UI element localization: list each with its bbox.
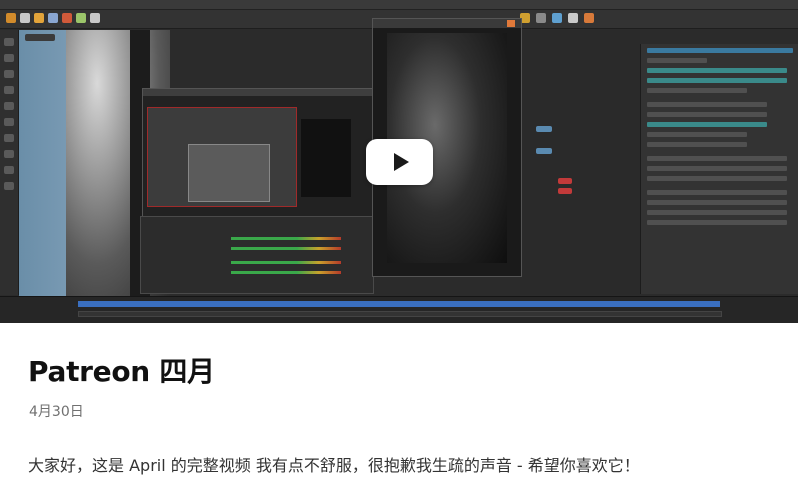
recording-mixer-window xyxy=(140,216,374,294)
play-icon xyxy=(394,153,409,171)
post-body: 大家好，这是 April 的完整视频 我有点不舒服，很抱歉我生疏的声音 - 希望… xyxy=(28,456,640,475)
post-title: Patreon 四月 xyxy=(28,355,215,388)
video-player[interactable] xyxy=(0,0,798,323)
post-date: 4月30日 xyxy=(29,404,84,420)
software-timeline xyxy=(0,296,798,323)
software-left-toolbar xyxy=(0,30,19,295)
nested-screenshot-window xyxy=(142,88,386,218)
software-menubar xyxy=(0,0,798,15)
node-graph-panel xyxy=(520,30,640,295)
properties-panel xyxy=(640,44,798,294)
play-button[interactable] xyxy=(366,139,433,185)
